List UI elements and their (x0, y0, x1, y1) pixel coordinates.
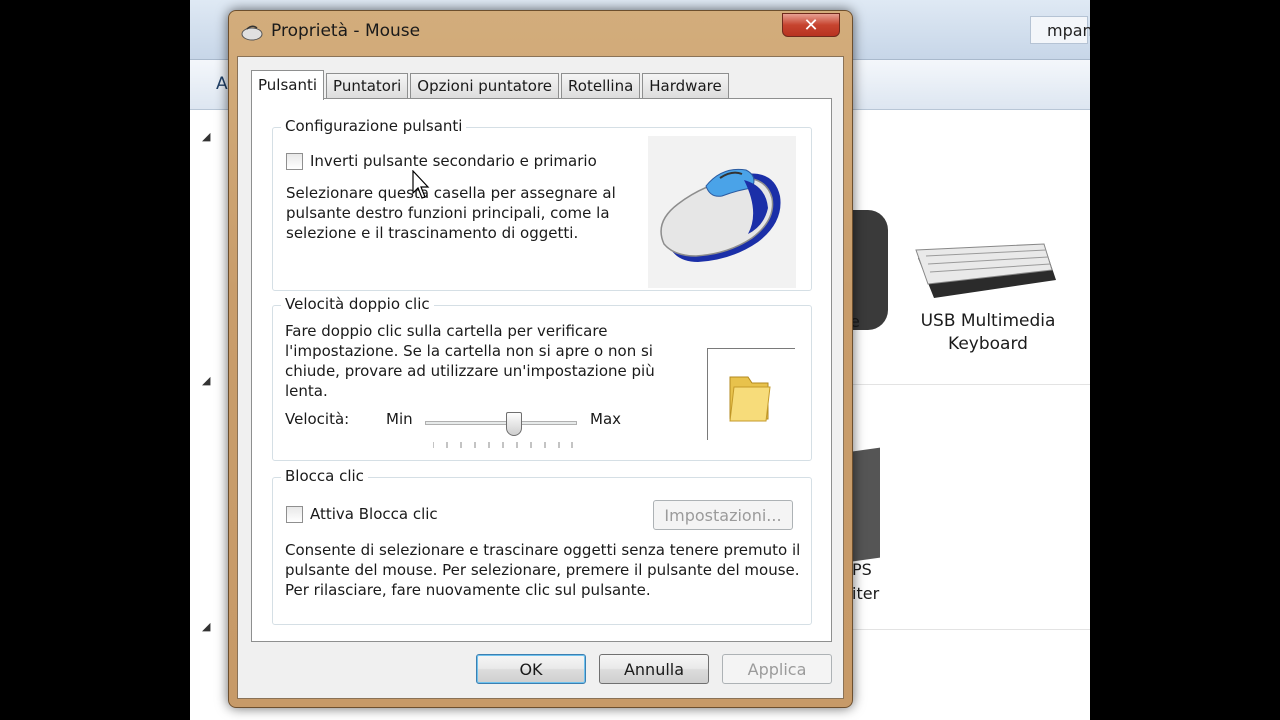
tab-pulsanti[interactable]: Pulsanti (251, 70, 325, 100)
group-click-lock: Blocca clic Attiva Blocca clic Impostazi… (272, 467, 812, 625)
swap-buttons-label[interactable]: Inverti pulsante secondario e primario (310, 152, 597, 170)
button-config-description: Selezionare questa casella per assegnare… (286, 183, 616, 243)
tab-rotellina[interactable]: Rotellina (561, 73, 641, 99)
mouse-cursor-icon (412, 170, 430, 199)
toolbar-text: A (216, 74, 228, 94)
close-button[interactable]: ✕ (782, 13, 840, 37)
tab-opzioni-puntatore[interactable]: Opzioni puntatore (410, 73, 560, 99)
click-lock-description: Consente di selezionare e trascinare ogg… (285, 540, 800, 600)
mouse-properties-dialog: Proprietà - Mouse ✕ Pulsanti Puntatori O… (228, 10, 853, 708)
group-title: Configurazione pulsanti (281, 117, 467, 135)
apply-button[interactable]: Applica (722, 654, 832, 684)
ok-button[interactable]: OK (476, 654, 586, 684)
tab-hardware[interactable]: Hardware (642, 73, 729, 99)
speed-min-label: Min (386, 410, 413, 428)
click-lock-checkbox[interactable] (286, 506, 303, 523)
device-label-partial[interactable]: PS iter (852, 558, 879, 606)
group-button-config: Configurazione pulsanti Inverti pulsante… (272, 117, 812, 291)
speed-slider-track[interactable] (425, 421, 577, 425)
description-line: Consente di selezionare e trascinare ogg… (285, 541, 801, 559)
description-line: lenta. (285, 382, 328, 400)
tab-strip: Pulsanti Puntatori Opzioni puntatore Rot… (251, 69, 731, 100)
speed-max-label: Max (590, 410, 622, 428)
description-line: pulsante del mouse. Per selezionare, pre… (285, 561, 800, 579)
tab-puntatori[interactable]: Puntatori (326, 73, 409, 99)
slider-ticks (433, 442, 573, 448)
keyboard-label[interactable]: USB Multimedia Keyboard (908, 310, 1068, 356)
tab-panel-pulsanti: Configurazione pulsanti Inverti pulsante… (251, 98, 832, 642)
dialog-title: Proprietà - Mouse (271, 21, 421, 41)
double-click-description: Fare doppio clic sulla cartella per veri… (285, 321, 655, 401)
keyboard-icon[interactable] (912, 240, 1058, 304)
description-line: chiude, provare ad utilizzare un'imposta… (285, 362, 655, 380)
expand-triangle-icon[interactable]: ◢ (202, 620, 210, 633)
dialog-body: Pulsanti Puntatori Opzioni puntatore Rot… (237, 56, 844, 699)
description-line: selezione e il trascinamento di oggetti. (286, 224, 579, 242)
speed-slider-thumb[interactable] (506, 412, 522, 436)
expand-triangle-icon[interactable]: ◢ (202, 130, 210, 143)
description-line: l'impostazione. Se la cartella non si ap… (285, 342, 653, 360)
folder-icon (729, 376, 771, 422)
click-lock-settings-button[interactable]: Impostazioni... (653, 500, 793, 530)
breadcrumb-text: mpanti (1047, 20, 1090, 40)
speed-label: Velocità: (285, 410, 350, 428)
group-double-click: Velocità doppio clic Fare doppio clic su… (272, 295, 812, 461)
mouse-illustration-icon (648, 136, 796, 288)
close-icon: ✕ (803, 14, 819, 36)
description-line: pulsante destro funzioni principali, com… (286, 204, 610, 222)
cancel-button[interactable]: Annulla (599, 654, 709, 684)
description-line: Fare doppio clic sulla cartella per veri… (285, 322, 608, 340)
swap-buttons-checkbox[interactable] (286, 153, 303, 170)
device-label-line: PS (852, 560, 872, 579)
group-title: Velocità doppio clic (281, 295, 434, 313)
test-folder-area[interactable] (707, 348, 795, 440)
mouse-icon (241, 25, 263, 41)
expand-triangle-icon[interactable]: ◢ (202, 374, 210, 387)
group-title: Blocca clic (281, 467, 368, 485)
description-line: Per rilasciare, fare nuovamente clic sul… (285, 581, 651, 599)
click-lock-label[interactable]: Attiva Blocca clic (310, 505, 438, 523)
device-label-line: iter (852, 584, 880, 603)
background-breadcrumb[interactable]: mpanti (1030, 16, 1090, 44)
background-nav-pane: ◢ ◢ ◢ (190, 110, 230, 720)
description-line: Selezionare questa casella per assegnare… (286, 184, 616, 202)
